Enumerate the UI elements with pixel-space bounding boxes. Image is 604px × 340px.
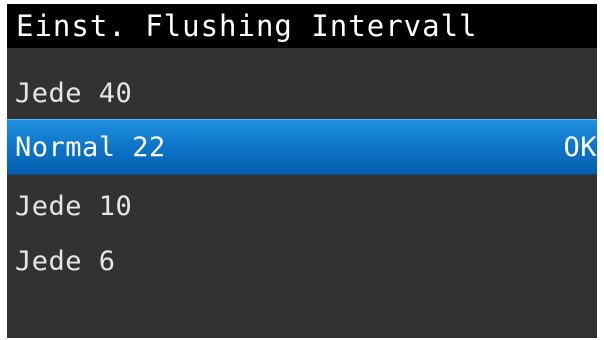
menu-item-label: Jede 10 <box>15 191 133 222</box>
lcd-screen: Einst. Flushing Intervall Jede 40 Normal… <box>7 4 597 338</box>
menu-item-jede-10[interactable]: Jede 10 <box>7 179 597 235</box>
menu-item-jede-40[interactable]: Jede 40 <box>7 66 597 122</box>
menu-item-normal-22[interactable]: Normal 22 OK <box>7 119 597 175</box>
menu-item-label: Jede 6 <box>15 246 116 277</box>
ok-button[interactable]: OK <box>563 120 597 176</box>
screen-title: Einst. Flushing Intervall <box>7 4 597 48</box>
menu-item-label: Jede 40 <box>15 78 133 109</box>
menu-item-label: Normal 22 <box>15 132 166 163</box>
menu-item-jede-6[interactable]: Jede 6 <box>7 234 597 290</box>
